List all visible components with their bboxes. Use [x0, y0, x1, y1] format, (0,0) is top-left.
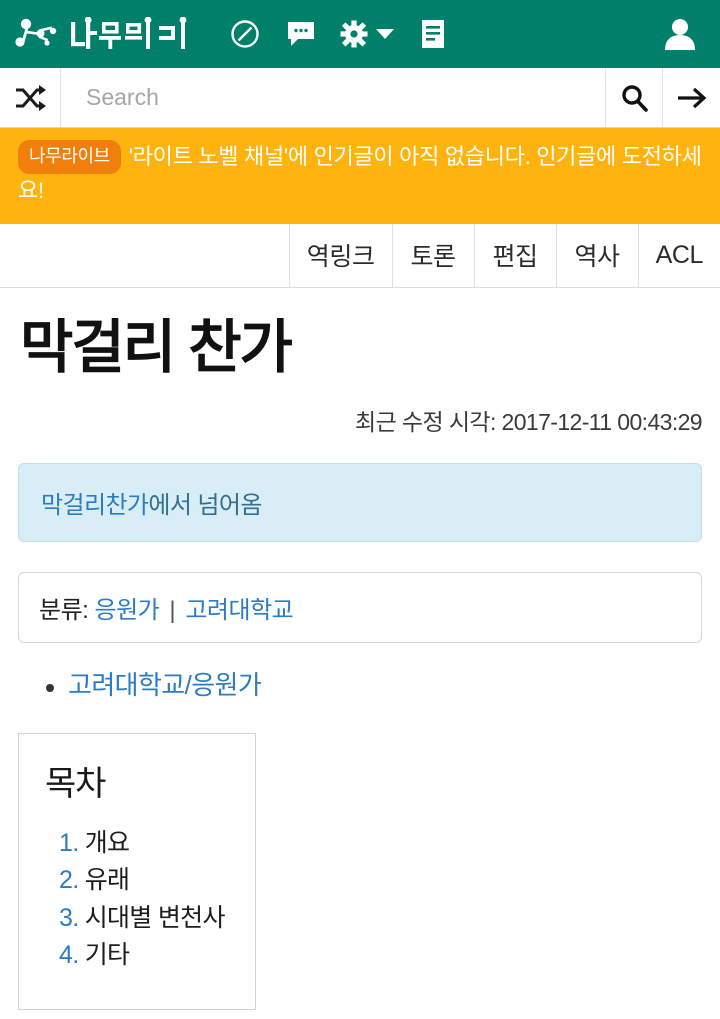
- toc-number[interactable]: 1.: [59, 829, 79, 857]
- toc-label[interactable]: 유래: [85, 866, 130, 894]
- notice-banner[interactable]: 나무라이브 '라이트 노벨 채널'에 인기글이 아직 없습니다. 인기글에 도전하…: [0, 128, 720, 224]
- tab-edit[interactable]: 편집: [473, 223, 556, 287]
- gear-icon: [340, 20, 368, 48]
- tab-backlinks[interactable]: 역링크: [288, 223, 392, 287]
- search-bar: [0, 68, 720, 128]
- toc-number[interactable]: 3.: [59, 904, 79, 932]
- toc-label[interactable]: 개요: [85, 829, 130, 857]
- search-input[interactable]: [61, 68, 605, 127]
- toc-number[interactable]: 2.: [59, 866, 79, 894]
- search-input-wrapper[interactable]: [60, 68, 606, 127]
- toc-label[interactable]: 시대별 변천사: [85, 904, 226, 932]
- tab-spacer: [0, 224, 289, 287]
- tab-history[interactable]: 역사: [555, 223, 638, 287]
- list-item: 고려대학교/응원가: [46, 669, 702, 703]
- notice-badge: 나무라이브: [18, 140, 121, 175]
- site-header: [0, 0, 720, 68]
- toc-item-1: 1. 개요: [59, 825, 235, 863]
- table-of-contents: 목차 1. 개요 2. 유래 3. 시대별 변천사 4. 기타: [18, 732, 256, 1010]
- site-logo[interactable]: [14, 17, 191, 51]
- arrow-right-icon: [677, 87, 706, 108]
- search-go-button[interactable]: [663, 68, 720, 127]
- tab-acl[interactable]: ACL: [637, 223, 720, 287]
- user-icon[interactable]: [662, 16, 698, 52]
- chevron-down-icon: [376, 29, 394, 39]
- tab-discussion[interactable]: 토론: [391, 223, 474, 287]
- redirect-suffix: 에서 넘어옴: [148, 491, 262, 519]
- toc-title: 목차: [45, 764, 106, 803]
- article-content: 막걸리 찬가 최근 수정 시각: 2017-12-11 00:43:29 막걸리…: [0, 314, 720, 1010]
- toc-item-2: 2. 유래: [59, 862, 235, 900]
- shuffle-icon[interactable]: [0, 68, 60, 127]
- toc-item-3: 3. 시대별 변천사: [59, 900, 235, 938]
- toc-item-4: 4. 기타: [59, 937, 235, 975]
- header-nav-icons: [217, 10, 461, 58]
- document-icon[interactable]: [405, 10, 461, 58]
- toc-number[interactable]: 4.: [59, 941, 79, 969]
- settings-menu[interactable]: [329, 10, 405, 58]
- namuwiki-wordmark: [71, 17, 187, 49]
- explore-icon[interactable]: [217, 10, 273, 58]
- article-link-list: 고려대학교/응원가: [18, 669, 702, 703]
- category-link-0[interactable]: 응원가: [95, 597, 160, 624]
- article-tabs: 역링크 토론 편집 역사 ACL: [0, 223, 720, 288]
- internal-link[interactable]: 고려대학교/응원가: [68, 670, 262, 700]
- last-modified-text: 최근 수정 시각: 2017-12-11 00:43:29: [355, 408, 703, 435]
- chat-icon[interactable]: [273, 10, 329, 58]
- redirect-notice: 막걸리찬가에서 넘어옴: [18, 462, 702, 542]
- toc-list: 1. 개요 2. 유래 3. 시대별 변천사 4. 기타: [45, 825, 235, 975]
- page-title: 막걸리 찬가: [20, 314, 293, 380]
- magnifier-icon: [622, 84, 648, 112]
- category-label: 분류:: [39, 596, 89, 624]
- toc-label[interactable]: 기타: [85, 941, 130, 969]
- category-separator: |: [169, 596, 176, 624]
- namu-tree-icon: [15, 18, 57, 47]
- redirect-source-link[interactable]: 막걸리찬가: [41, 492, 149, 519]
- search-submit-button[interactable]: [606, 68, 663, 127]
- category-box: 분류: 응원가 | 고려대학교: [18, 571, 702, 643]
- category-link-1[interactable]: 고려대학교: [185, 597, 293, 624]
